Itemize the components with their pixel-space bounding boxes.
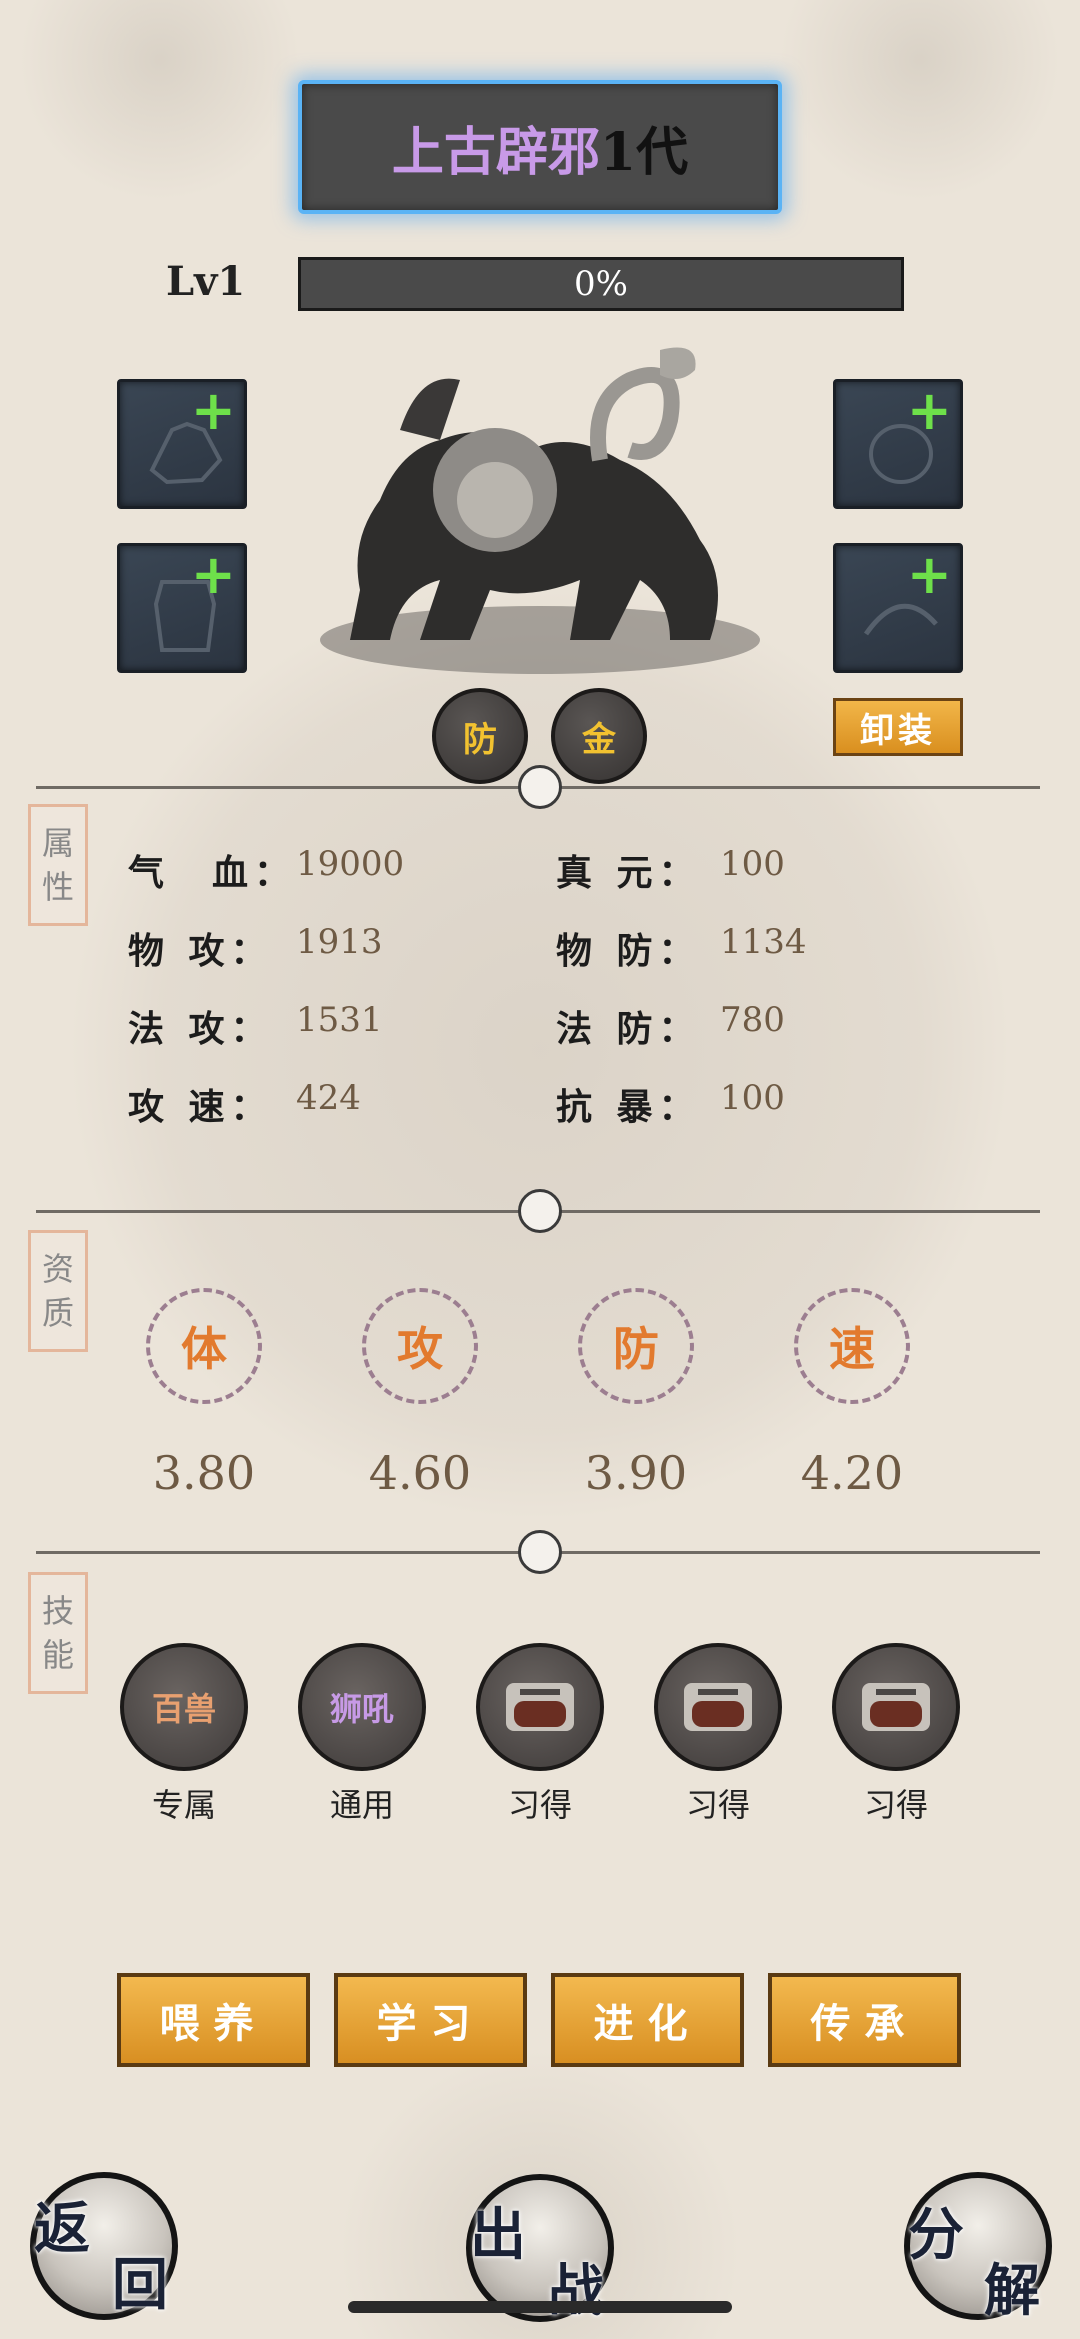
equip-slot-amulet[interactable]: +	[833, 379, 963, 509]
unequip-button[interactable]: 卸装	[833, 698, 963, 756]
aptitude-speed-icon: 速	[794, 1288, 910, 1404]
add-icon: +	[906, 379, 952, 442]
skill-general[interactable]: 狮吼	[298, 1643, 426, 1771]
skill-caption: 通用	[329, 1786, 394, 1824]
attr-key-true-yuan: 真 元：	[556, 852, 701, 894]
add-icon: +	[190, 379, 236, 442]
battle-label-2: 战	[548, 2258, 604, 2324]
decompose-label-2: 解	[984, 2258, 1040, 2324]
attr-value-phys-def: 1134	[720, 922, 807, 962]
inherit-button[interactable]: 传承	[768, 1973, 961, 2067]
attr-value-crit-resist: 100	[720, 1078, 785, 1118]
attr-value-magic-def: 780	[720, 1000, 785, 1040]
attr-key-atk-speed: 攻 速：	[128, 1086, 273, 1128]
exp-percent: 0%	[574, 264, 628, 304]
pet-element-tag: 金	[551, 688, 647, 784]
feed-button[interactable]: 喂养	[117, 1973, 310, 2067]
taiji-icon	[518, 1530, 562, 1574]
back-label-2: 回	[112, 2252, 168, 2318]
aptitude-defense-value: 3.90	[584, 1446, 688, 1500]
skill-name: 狮吼	[329, 1690, 394, 1728]
pet-illustration	[320, 347, 760, 674]
skill-caption: 习得	[685, 1786, 750, 1824]
attr-key-crit-resist: 抗 暴：	[556, 1086, 701, 1128]
aptitude-attack-icon: 攻	[362, 1288, 478, 1404]
exp-bar: 0%	[298, 257, 904, 311]
attr-value-hp: 19000	[296, 844, 405, 884]
skill-caption: 习得	[863, 1786, 928, 1824]
aptitude-speed-value: 4.20	[800, 1446, 904, 1500]
aptitude-constitution-icon: 体	[146, 1288, 262, 1404]
equip-slot-armor[interactable]: +	[117, 543, 247, 673]
home-indicator	[348, 2301, 732, 2313]
decompose-label-1: 分	[908, 2202, 964, 2268]
skill-learned-slot[interactable]	[476, 1643, 604, 1771]
add-icon: +	[906, 543, 952, 606]
skill-book-icon	[506, 1683, 574, 1731]
taiji-icon	[518, 765, 562, 809]
skill-caption: 习得	[507, 1786, 572, 1824]
taiji-icon	[518, 1189, 562, 1233]
equip-slot-gloves[interactable]: +	[117, 379, 247, 509]
skill-book-icon	[684, 1683, 752, 1731]
aptitude-attack-value: 4.60	[368, 1446, 472, 1500]
evolve-button[interactable]: 进化	[551, 1973, 744, 2067]
attr-value-true-yuan: 100	[720, 844, 785, 884]
attr-value-atk-speed: 424	[296, 1078, 361, 1118]
equip-slot-collar[interactable]: +	[833, 543, 963, 673]
pet-generation: 1代	[599, 121, 689, 183]
attr-key-magic-def: 法 防：	[556, 1008, 701, 1050]
skill-learned-slot[interactable]	[654, 1643, 782, 1771]
attr-key-phys-atk: 物 攻：	[128, 930, 273, 972]
section-label-skills: 技 能	[28, 1572, 88, 1694]
level-label: Lv1	[166, 258, 246, 305]
skill-learned-slot[interactable]	[832, 1643, 960, 1771]
battle-label-1: 出	[470, 2202, 526, 2268]
attr-value-phys-atk: 1913	[296, 922, 383, 962]
attr-key-hp: 气 血：	[128, 852, 297, 894]
skill-book-icon	[862, 1683, 930, 1731]
skill-caption: 专属	[151, 1786, 216, 1824]
learn-button[interactable]: 学习	[334, 1973, 527, 2067]
attr-key-magic-atk: 法 攻：	[128, 1008, 273, 1050]
pet-type-tag: 防	[432, 688, 528, 784]
section-label-attributes: 属 性	[28, 804, 88, 926]
pet-title-box: 上古辟邪 1代	[298, 80, 782, 214]
back-label-1: 返	[34, 2196, 90, 2262]
section-label-aptitude: 资 质	[28, 1230, 88, 1352]
aptitude-constitution-value: 3.80	[152, 1446, 256, 1500]
skill-name: 百兽	[151, 1690, 216, 1728]
skill-exclusive[interactable]: 百兽	[120, 1643, 248, 1771]
aptitude-defense-icon: 防	[578, 1288, 694, 1404]
attr-value-magic-atk: 1531	[296, 1000, 383, 1040]
pet-name: 上古辟邪	[391, 121, 600, 183]
attr-key-phys-def: 物 防：	[556, 930, 701, 972]
add-icon: +	[190, 543, 236, 606]
